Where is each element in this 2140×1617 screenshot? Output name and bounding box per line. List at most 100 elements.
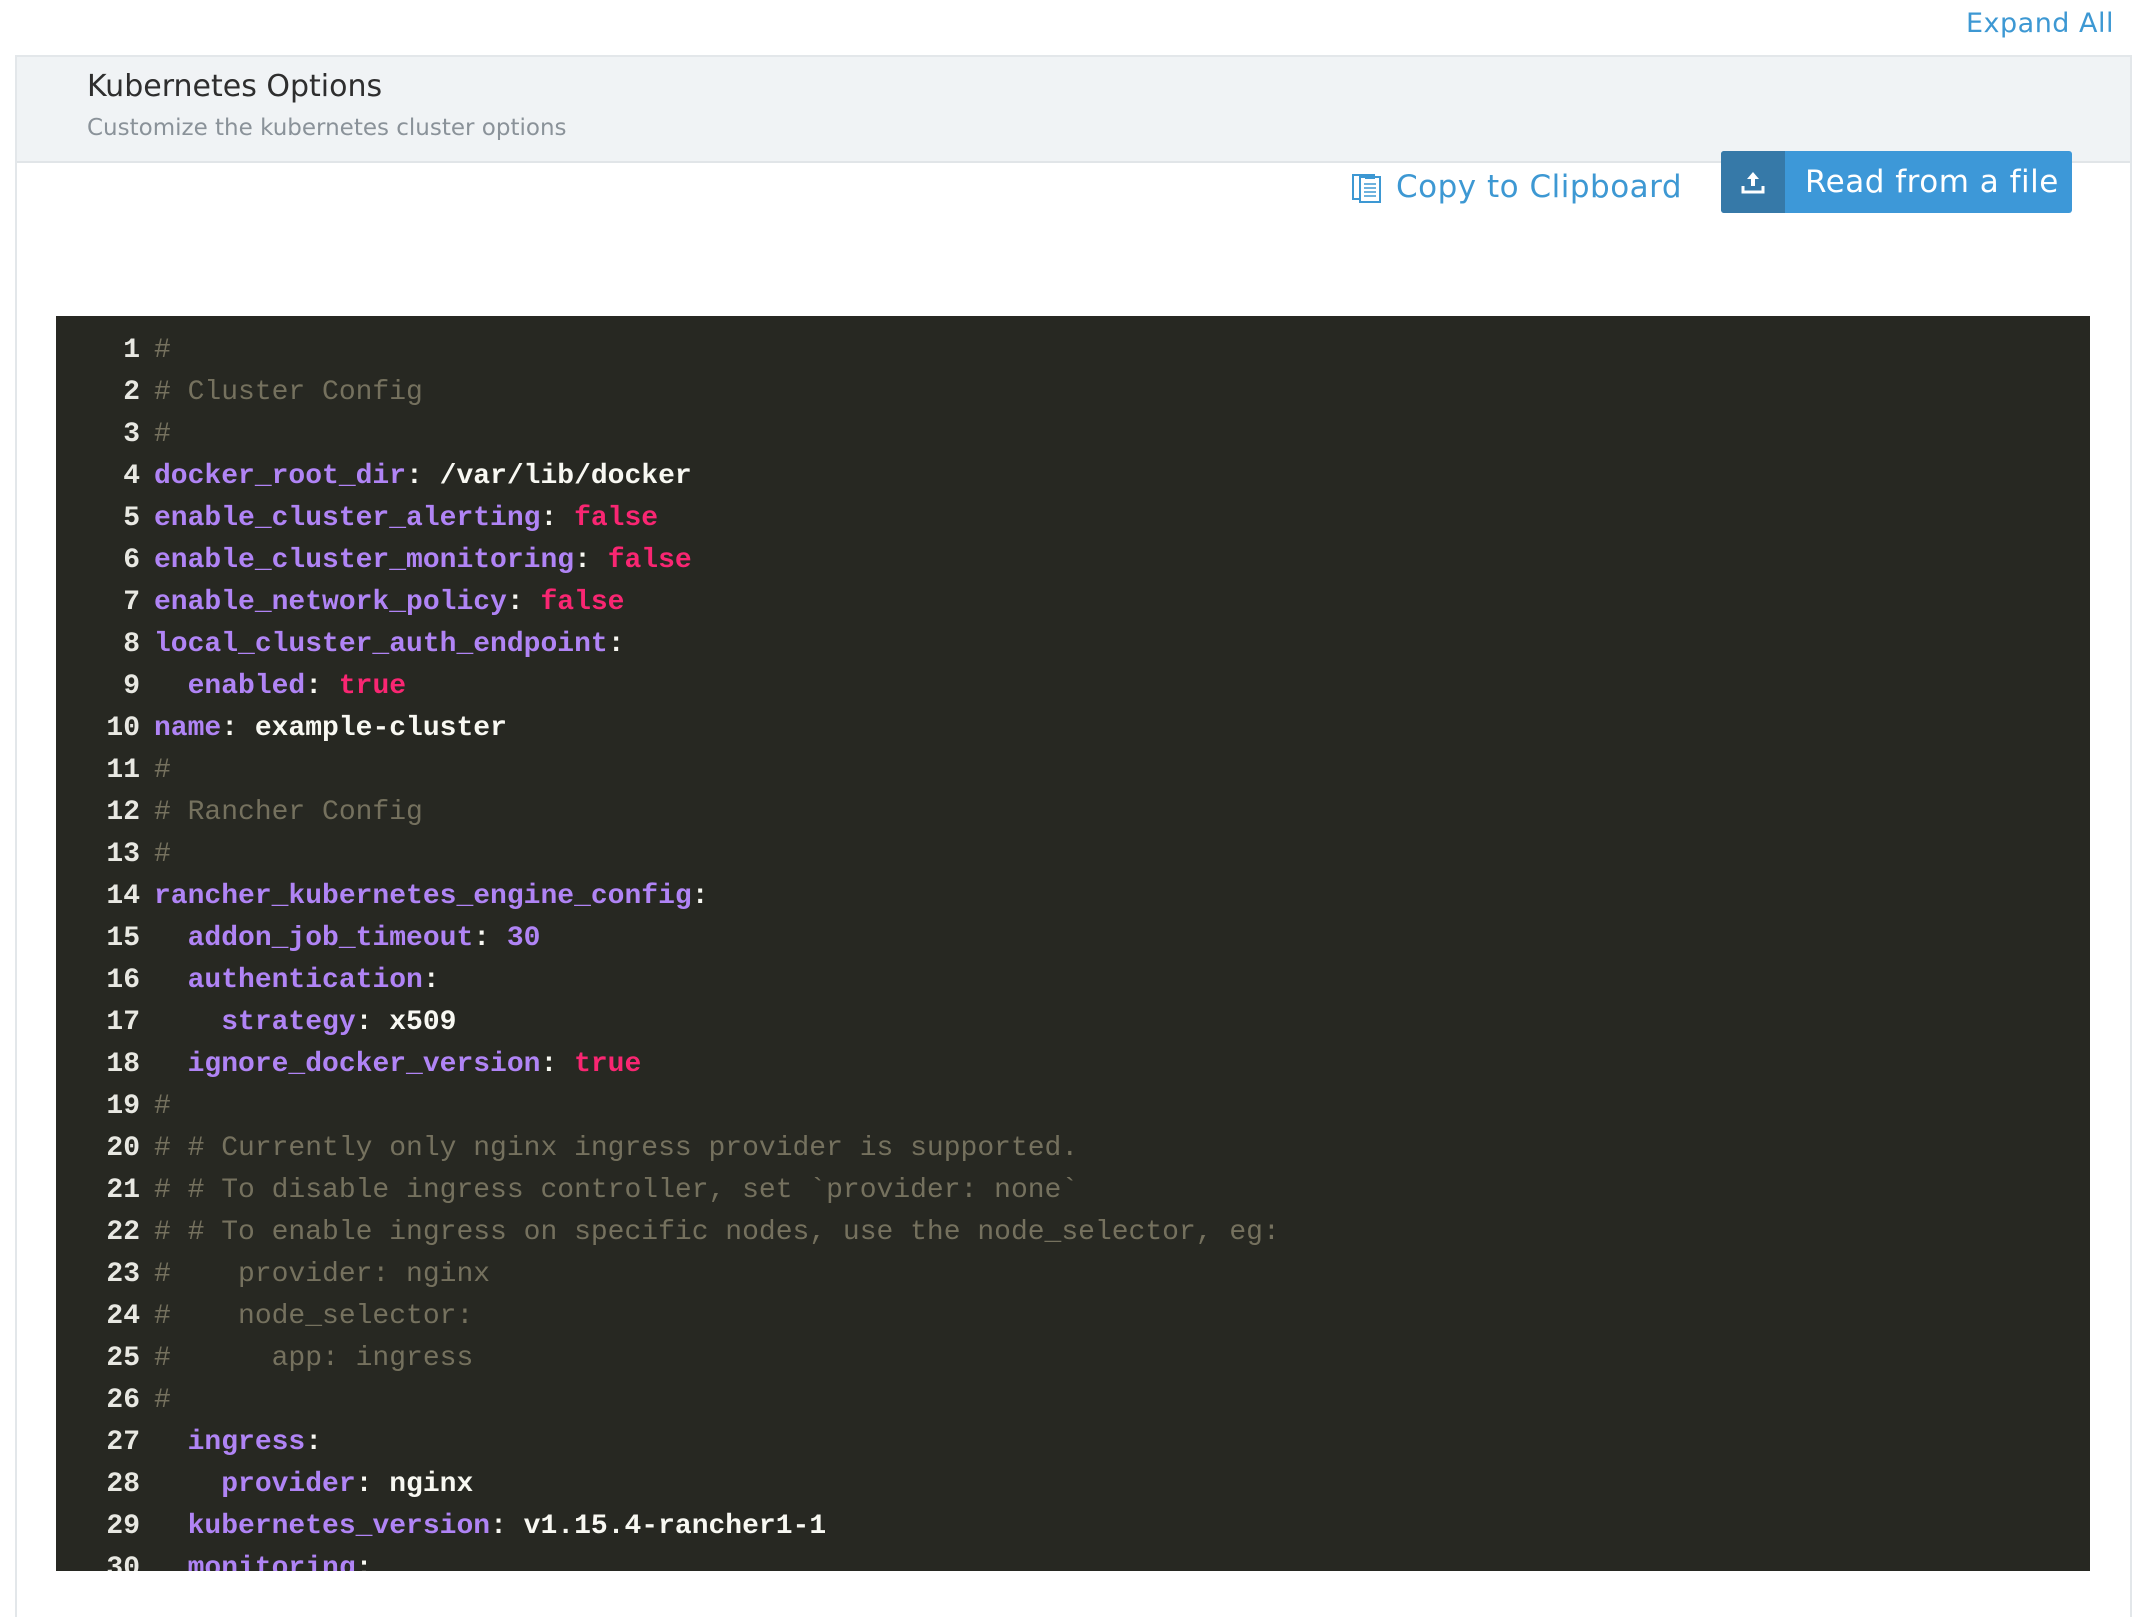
code-line: 21 # # To disable ingress controller, set… xyxy=(56,1170,2090,1212)
line-content: # Cluster Config xyxy=(154,372,423,414)
line-number: 28 xyxy=(106,1469,140,1500)
line-number: 1 xyxy=(123,335,140,366)
comment-token: # # To disable ingress controller, set `… xyxy=(154,1175,1079,1206)
line-content: # xyxy=(154,414,171,456)
read-from-file-button[interactable]: Read from a file xyxy=(1721,151,2072,213)
line-content: enabled: true xyxy=(154,666,406,708)
punctuation-token: : xyxy=(355,1007,390,1038)
line-number: 14 xyxy=(106,881,140,912)
line-number: 3 xyxy=(123,419,140,450)
code-line: 16 authentication: xyxy=(56,960,2090,1002)
line-content: enable_cluster_alerting: false xyxy=(154,498,658,540)
key-token: ingress xyxy=(187,1427,306,1458)
punctuation-token: : xyxy=(691,881,709,912)
code-line: 22 # # To enable ingress on specific node… xyxy=(56,1212,2090,1254)
code-line: 13 # xyxy=(56,834,2090,876)
key-token: authentication xyxy=(187,965,423,996)
punctuation-token: : xyxy=(221,713,255,744)
comment-token: # xyxy=(154,419,171,450)
punctuation-token xyxy=(154,671,188,702)
expand-all-link[interactable]: Expand All xyxy=(1966,8,2114,39)
line-number: 24 xyxy=(106,1301,140,1332)
line-number: 13 xyxy=(106,839,140,870)
line-content: # xyxy=(154,750,171,792)
punctuation-token: : xyxy=(422,965,440,996)
code-line: 9 enabled: true xyxy=(56,666,2090,708)
key-token: enable_cluster_alerting xyxy=(154,503,541,534)
line-content: # xyxy=(154,1380,171,1422)
code-line: 28 provider: nginx xyxy=(56,1464,2090,1506)
panel-subtitle: Customize the kubernetes cluster options xyxy=(87,115,567,141)
code-line: 20 # # Currently only nginx ingress provi… xyxy=(56,1128,2090,1170)
line-content: # provider: nginx xyxy=(154,1254,490,1296)
line-content: authentication: xyxy=(154,960,440,1002)
punctuation-token xyxy=(154,1469,221,1500)
line-number: 16 xyxy=(106,965,140,996)
code-line: 19 # xyxy=(56,1086,2090,1128)
punctuation-token xyxy=(154,1427,188,1458)
comment-token: # # Currently only nginx ingress provide… xyxy=(154,1133,1079,1164)
comment-token: # xyxy=(154,839,171,870)
comment-token: # xyxy=(154,755,171,786)
line-content: # # Currently only nginx ingress provide… xyxy=(154,1128,1078,1170)
code-line: 26 # xyxy=(56,1380,2090,1422)
line-number: 27 xyxy=(106,1427,140,1458)
punctuation-token xyxy=(154,1553,188,1571)
code-line: 15 addon_job_timeout: 30 xyxy=(56,918,2090,960)
punctuation-token xyxy=(154,1511,188,1542)
code-line: 8 local_cluster_auth_endpoint: xyxy=(56,624,2090,666)
value-token: /var/lib/docker xyxy=(439,461,692,492)
line-number: 17 xyxy=(106,1007,140,1038)
line-content: enable_network_policy: false xyxy=(154,582,624,624)
line-content: kubernetes_version: v1.15.4-rancher1-1 xyxy=(154,1506,827,1548)
code-lines: 1 #2 # Cluster Config 3 #4 docker_root_dir: /… xyxy=(56,330,2090,1571)
line-number: 11 xyxy=(106,755,140,786)
line-number: 26 xyxy=(106,1385,140,1416)
copy-to-clipboard-button[interactable]: Copy to Clipboard xyxy=(1352,160,1682,214)
line-content: ignore_docker_version: true xyxy=(154,1044,642,1086)
comment-token: # xyxy=(154,335,171,366)
line-number: 19 xyxy=(106,1091,140,1122)
line-number: 4 xyxy=(123,461,140,492)
yaml-code-editor[interactable]: 1 #2 # Cluster Config 3 #4 docker_root_dir: /… xyxy=(56,316,2090,1571)
line-number: 30 xyxy=(106,1553,140,1571)
punctuation-token xyxy=(154,965,188,996)
line-content: # app: ingress xyxy=(154,1338,473,1380)
punctuation-token: : xyxy=(540,1049,575,1080)
code-line: 5 enable_cluster_alerting: false xyxy=(56,498,2090,540)
panel-title: Kubernetes Options xyxy=(87,69,383,104)
code-line: 17 strategy: x509 xyxy=(56,1002,2090,1044)
boolean-token: true xyxy=(338,671,407,702)
line-number: 12 xyxy=(106,797,140,828)
line-number: 6 xyxy=(123,545,140,576)
key-token: provider xyxy=(221,1469,356,1500)
value-token: nginx xyxy=(389,1469,474,1500)
code-line: 6 enable_cluster_monitoring: false xyxy=(56,540,2090,582)
key-token: enable_network_policy xyxy=(154,587,507,618)
line-content: provider: nginx xyxy=(154,1464,473,1506)
punctuation-token: : xyxy=(574,545,608,576)
line-content: # # To enable ingress on specific nodes,… xyxy=(154,1212,1280,1254)
line-number: 5 xyxy=(123,503,140,534)
punctuation-token: : xyxy=(607,629,625,660)
punctuation-token: : xyxy=(506,587,541,618)
key-token: name xyxy=(154,713,222,744)
key-token: addon_job_timeout xyxy=(187,923,474,954)
line-content: # # To disable ingress controller, set `… xyxy=(154,1170,1078,1212)
code-line: 2 # Cluster Config xyxy=(56,372,2090,414)
line-number: 22 xyxy=(106,1217,140,1248)
upload-icon xyxy=(1721,151,1785,213)
key-token: docker_root_dir xyxy=(154,461,407,492)
line-number: 18 xyxy=(106,1049,140,1080)
comment-token: # Cluster Config xyxy=(154,377,423,408)
line-number: 9 xyxy=(123,671,140,702)
comment-token: # # To enable ingress on specific nodes,… xyxy=(154,1217,1280,1248)
comment-token: # Rancher Config xyxy=(154,797,423,828)
number-token: 30 xyxy=(506,923,541,954)
panel-header[interactable]: Kubernetes Options Customize the kuberne… xyxy=(17,57,2130,163)
line-content: ingress: xyxy=(154,1422,322,1464)
clipboard-icon xyxy=(1352,171,1382,203)
line-number: 25 xyxy=(106,1343,140,1374)
line-content: addon_job_timeout: 30 xyxy=(154,918,541,960)
key-token: ignore_docker_version xyxy=(187,1049,541,1080)
